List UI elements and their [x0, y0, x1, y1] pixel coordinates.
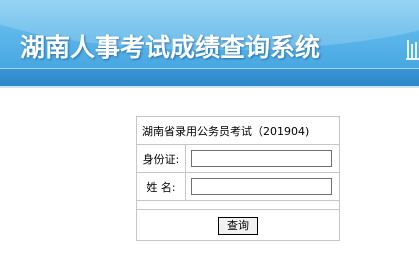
- page-title: 湖南人事考试成绩查询系统: [20, 33, 321, 62]
- name-row: 姓 名:: [136, 172, 340, 201]
- spacer-row: [136, 200, 340, 210]
- exam-title-row: 湖南省录用公务员考试（201904): [136, 116, 340, 145]
- spacer-cell: [136, 200, 340, 210]
- header-divider: [0, 86, 419, 88]
- name-label: 姓 名:: [136, 172, 186, 201]
- name-input-cell: [185, 172, 340, 201]
- button-row: 查询: [136, 209, 340, 241]
- id-label: 身份证:: [136, 144, 186, 173]
- banner-band: [0, 68, 419, 86]
- id-row: 身份证:: [136, 144, 340, 173]
- query-form: 湖南省录用公务员考试（201904) 身份证: 姓 名: 查询: [136, 116, 340, 241]
- button-cell: 查询: [136, 209, 340, 241]
- query-button[interactable]: 查询: [218, 217, 258, 235]
- id-number-input[interactable]: [191, 150, 332, 167]
- emblem-icon: [406, 40, 419, 60]
- exam-title: 湖南省录用公务员考试（201904): [136, 116, 340, 145]
- id-input-cell: [185, 144, 340, 173]
- header-banner: 湖南人事考试成绩查询系统: [0, 0, 419, 86]
- name-input[interactable]: [191, 178, 332, 195]
